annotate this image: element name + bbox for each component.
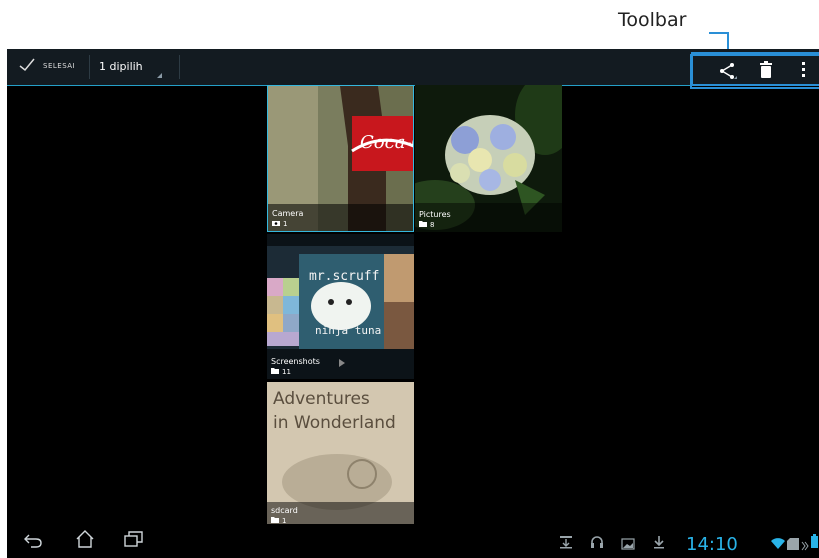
album-tile-sdcard[interactable]: Adventures in Wonderland sdcard 1 xyxy=(267,382,414,528)
gallery-notification-icon xyxy=(621,535,635,554)
album-caption: Pictures 8 xyxy=(419,210,451,230)
album-caption: Camera 1 xyxy=(272,209,303,229)
divider xyxy=(89,55,90,79)
album-name: sdcard xyxy=(271,506,298,515)
camera-icon xyxy=(272,219,280,229)
wifi-icon xyxy=(771,535,785,554)
album-caption: Screenshots 11 xyxy=(271,357,320,377)
selection-count-dropdown[interactable]: 1 dipilih xyxy=(99,60,143,73)
album-count-row: 11 xyxy=(271,367,320,377)
folder-icon xyxy=(271,367,279,377)
chevron-more-icon xyxy=(801,536,809,555)
album-tile-screenshots[interactable]: mr.scruff ninja tuna Screenshots 11 xyxy=(267,234,414,379)
album-tile-pictures[interactable]: Pictures 8 xyxy=(415,85,562,232)
album-art-subtitle-text: ninja tuna xyxy=(315,324,381,337)
done-button[interactable]: SELESAI xyxy=(19,58,75,74)
headset-icon xyxy=(590,534,604,553)
sd-card-icon xyxy=(787,535,799,554)
download-tray-icon xyxy=(559,534,573,553)
divider xyxy=(179,55,180,79)
album-caption: sdcard 1 xyxy=(271,506,298,526)
album-tile-camera[interactable]: Coca-Co Camera 1 xyxy=(267,85,414,232)
annotation-line-horizontal xyxy=(709,32,729,34)
album-art-title-text: mr.scruff xyxy=(309,269,379,284)
folder-icon xyxy=(419,220,427,230)
coca-cola-logo: Coca-Co xyxy=(360,132,414,153)
home-icon[interactable] xyxy=(75,530,95,552)
book-title-line-1: Adventures xyxy=(273,389,370,409)
gallery-screen: SELESAI 1 dipilih Coca- Camera 1 Picture… xyxy=(7,49,819,558)
album-count: 1 xyxy=(283,220,288,228)
album-count-row: 1 xyxy=(272,219,303,229)
album-name: Camera xyxy=(272,209,304,218)
album-name: Pictures xyxy=(419,210,451,219)
done-label: SELESAI xyxy=(43,62,76,70)
clock: 14:10 xyxy=(686,534,738,555)
album-count: 8 xyxy=(430,221,435,229)
download-icon xyxy=(653,534,665,553)
album-name: Screenshots xyxy=(271,357,320,366)
checkmark-icon xyxy=(19,58,35,74)
toolbar-highlight-box xyxy=(690,54,819,89)
battery-icon xyxy=(811,533,818,552)
album-count: 11 xyxy=(282,368,291,376)
dropdown-corner-icon xyxy=(157,73,162,78)
recent-apps-icon[interactable] xyxy=(124,531,144,551)
book-title-line-2: in Wonderland xyxy=(273,413,396,433)
back-icon[interactable] xyxy=(23,532,43,552)
toolbar-annotation-label: Toolbar xyxy=(618,9,687,31)
album-count-row: 8 xyxy=(419,220,451,230)
